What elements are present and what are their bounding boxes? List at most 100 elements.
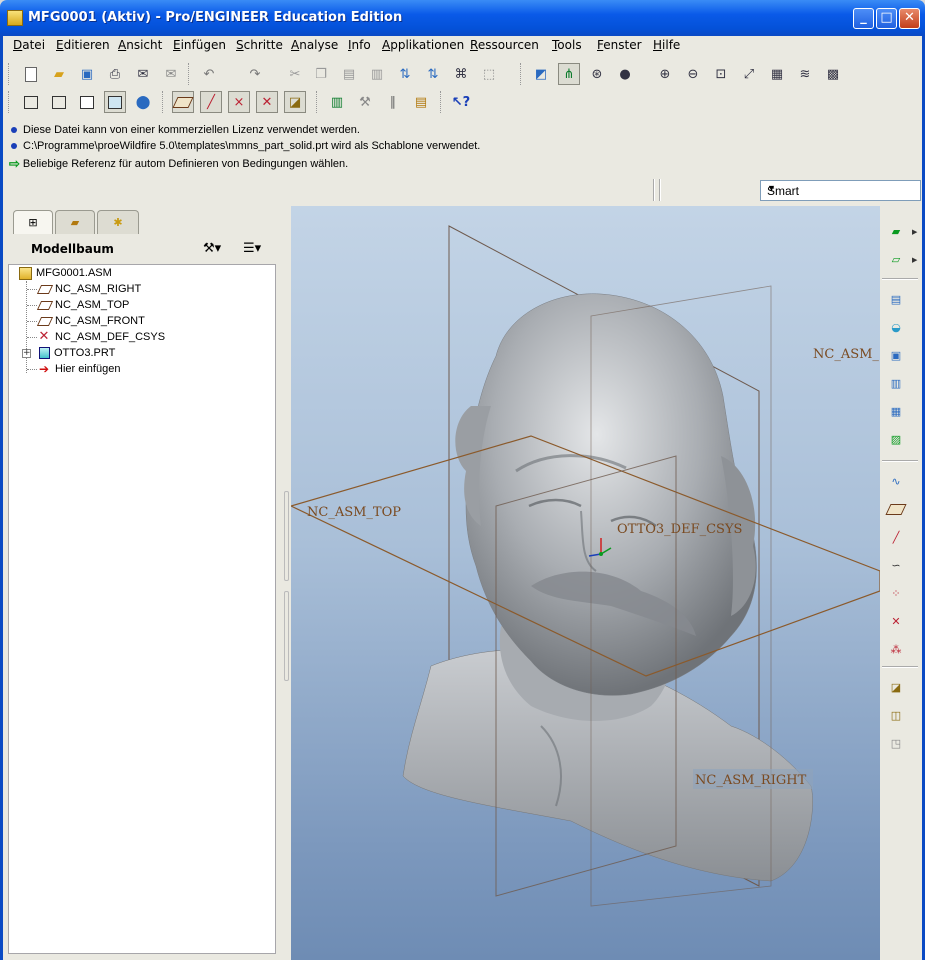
datum-point-offset-button[interactable]: ⁂	[884, 638, 908, 660]
menu-info[interactable]: Info	[348, 38, 371, 52]
sketch-button[interactable]: ∿	[884, 470, 908, 492]
datum-curve-tool-button[interactable]: ∽	[884, 554, 908, 576]
menu-tools[interactable]: Tools	[552, 38, 582, 52]
splitter-handle[interactable]	[284, 491, 289, 581]
save-button[interactable]: ▣	[76, 63, 98, 85]
symbol-feature-button[interactable]: ◳	[884, 732, 908, 754]
shading-button[interactable]	[104, 91, 126, 113]
mill-surface-button[interactable]: ▥	[884, 372, 908, 394]
datum-planes-toggle[interactable]	[172, 91, 194, 113]
print-button[interactable]: ⎙	[104, 63, 126, 85]
mail-link-button[interactable]: ✉	[160, 63, 182, 85]
datum-csys-tool-button[interactable]: ✕	[884, 610, 908, 632]
open-file-button[interactable]: ▰	[48, 63, 70, 85]
context-help-button[interactable]: ↖?	[450, 91, 472, 113]
toolbar-grip[interactable]	[8, 63, 11, 85]
menu-editieren[interactable]: Editieren	[56, 38, 110, 52]
refit-button[interactable]: ⊡	[710, 63, 732, 85]
close-button[interactable]: ✕	[899, 8, 920, 29]
tree-item-otto3-part[interactable]: OTTO3.PRT	[39, 345, 115, 361]
tree-item-nc-asm-right[interactable]: NC_ASM_RIGHT	[36, 281, 141, 297]
orient-mode-button[interactable]: ⊛	[586, 63, 608, 85]
appearance-button[interactable]: ●	[614, 63, 636, 85]
menu-ansicht[interactable]: Ansicht	[118, 38, 162, 52]
no-hidden-button[interactable]	[76, 91, 98, 113]
menu-analyse[interactable]: Analyse	[291, 38, 338, 52]
tab-folder-browser[interactable]: ▰	[55, 210, 95, 234]
spin-center-button[interactable]: ⋔	[558, 63, 580, 85]
enhanced-realism-button[interactable]: ⬤	[132, 91, 154, 113]
cl-data-button[interactable]: ∥	[382, 91, 404, 113]
datum-points-toggle[interactable]: ×	[228, 91, 250, 113]
mfg-model-button[interactable]: ▥	[326, 91, 348, 113]
menu-datei[interactable]: Datei	[13, 38, 45, 52]
tree-item-nc-asm-front[interactable]: NC_ASM_FRONT	[36, 313, 145, 329]
process-manager-button[interactable]: ▤	[410, 91, 432, 113]
coordinate-systems-toggle[interactable]: ✕	[256, 91, 278, 113]
paste-special-button[interactable]: ▥	[366, 63, 388, 85]
nc-sequence-button[interactable]: ⚒	[354, 91, 376, 113]
flyout-arrow-icon[interactable]: ▶	[912, 256, 917, 264]
mill-window-button[interactable]: ◒	[884, 316, 908, 338]
view-manager-button[interactable]: ▩	[822, 63, 844, 85]
toolbar-grip[interactable]	[8, 91, 11, 113]
flyout-arrow-icon[interactable]: ▶	[912, 228, 917, 236]
regenerate-manager-button[interactable]: ⇅	[422, 63, 444, 85]
top-plane-label[interactable]: NC_ASM_TOP	[307, 505, 401, 520]
menu-fenster[interactable]: Fenster	[597, 38, 642, 52]
menu-einfuegen[interactable]: Einfügen	[173, 38, 226, 52]
roughing-button[interactable]: ▦	[884, 400, 908, 422]
menu-schritte[interactable]: Schritte	[236, 38, 283, 52]
tree-item-nc-asm-top[interactable]: NC_ASM_TOP	[36, 297, 129, 313]
select-box-button[interactable]: ⬚	[478, 63, 500, 85]
redo-button[interactable]: ↷	[244, 63, 266, 85]
annotation-feature-button[interactable]: ◪	[884, 676, 908, 698]
hidden-line-button[interactable]	[48, 91, 70, 113]
copy-button[interactable]: ❐	[310, 63, 332, 85]
datum-plane-tool-button[interactable]	[884, 498, 908, 520]
selection-filter-dropdown[interactable]: Smart ▼	[760, 180, 921, 201]
bust-head[interactable]	[465, 293, 757, 696]
saved-views-button[interactable]: ▦	[766, 63, 788, 85]
new-file-button[interactable]	[20, 63, 42, 85]
tab-favorites[interactable]: ✱	[97, 210, 139, 234]
wireframe-button[interactable]	[20, 91, 42, 113]
undo-button[interactable]: ↶	[198, 63, 220, 85]
tree-show-button[interactable]: ☰▾	[243, 241, 261, 256]
tree-item-assembly[interactable]: MFG0001.ASM	[19, 265, 112, 281]
tree-item-nc-asm-def-csys[interactable]: ✕ NC_ASM_DEF_CSYS	[37, 329, 166, 345]
finishing-button[interactable]: ▨	[884, 428, 908, 450]
front-plane-label[interactable]: NC_ASM_	[813, 347, 879, 362]
cut-button[interactable]: ✂	[284, 63, 306, 85]
maximize-button[interactable]: □	[876, 8, 897, 29]
menu-applikationen[interactable]: Applikationen	[382, 38, 464, 52]
mill-volume-button[interactable]: ▣	[884, 344, 908, 366]
right-plane-label[interactable]: NC_ASM_RIGHT	[695, 773, 807, 788]
tree-item-insert-here[interactable]: ➔ Hier einfügen	[39, 361, 120, 377]
splitter-handle[interactable]	[284, 591, 289, 681]
tab-model-tree[interactable]: ⊞	[13, 210, 53, 234]
zoom-in-button[interactable]: ⊕	[654, 63, 676, 85]
note-feature-button[interactable]: ◫	[884, 704, 908, 726]
datum-axes-toggle[interactable]: ╱	[200, 91, 222, 113]
regenerate-button[interactable]: ⇅	[394, 63, 416, 85]
datum-axis-tool-button[interactable]: ╱	[884, 526, 908, 548]
csys-label[interactable]: OTTO3_DEF_CSYS	[617, 522, 742, 537]
reorient-button[interactable]: ⤢	[738, 63, 760, 85]
redraw-button[interactable]: ◩	[530, 63, 552, 85]
send-mail-button[interactable]: ✉	[132, 63, 154, 85]
annotations-toggle[interactable]: ◪	[284, 91, 306, 113]
component-assemble-button[interactable]: ▰	[884, 220, 908, 242]
workpiece-button[interactable]: ▱	[884, 248, 908, 270]
minimize-button[interactable]: _	[853, 8, 874, 29]
panel-splitter[interactable]	[283, 206, 291, 960]
paste-button[interactable]: ▤	[338, 63, 360, 85]
menu-hilfe[interactable]: Hilfe	[653, 38, 680, 52]
menu-ressourcen[interactable]: Ressourcen	[470, 38, 539, 52]
zoom-out-button[interactable]: ⊖	[682, 63, 704, 85]
find-button[interactable]: ⌘	[450, 63, 472, 85]
graphics-viewport[interactable]: NC_ASM_ NC_ASM_TOP OTTO3_DEF_CSYS NC_ASM…	[291, 206, 880, 960]
datum-point-tool-button[interactable]: ⁘	[884, 582, 908, 604]
operation-button[interactable]: ▤	[884, 288, 908, 310]
tree-settings-button[interactable]: ⚒▾	[203, 241, 221, 256]
